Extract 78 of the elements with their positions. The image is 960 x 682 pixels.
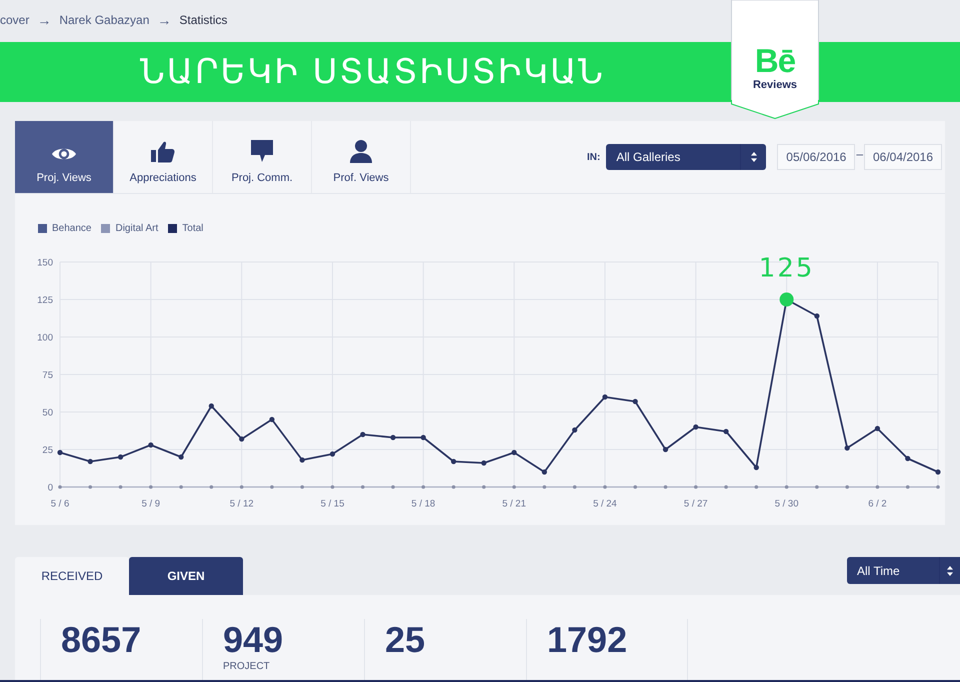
stat-value: 8657 [61,622,142,658]
data-point [360,432,366,438]
y-tick-label: 150 [37,258,53,268]
data-point [723,428,729,434]
legend-label: Behance [52,223,92,234]
data-point [572,427,578,433]
data-point [148,442,154,448]
data-point [935,469,941,475]
data-point [420,434,426,440]
data-point [874,426,880,432]
filter-label: IN: [586,152,600,162]
y-tick-label: 25 [42,445,53,456]
data-point [693,424,698,430]
data-point [754,464,759,470]
badge-caption: Reviews [752,79,798,91]
x-tick-label: 5 / 21 [502,498,526,510]
x-tick-label: 6 / 2 [868,498,887,510]
activity-tab[interactable]: RECEIVED [15,557,129,595]
data-point [450,458,456,464]
y-tick-label: 100 [37,332,53,344]
x-tick-label: 5 / 27 [684,498,708,510]
data-point [905,456,910,462]
x-tick-label: 5 / 30 [774,498,798,510]
stat-value: 949 [223,622,284,658]
legend-label: Digital Art [115,223,158,234]
breadcrumb-separator: → [157,12,172,28]
data-point [662,446,668,452]
stat-tab[interactable]: Proj. Views [15,121,114,193]
activity-tab[interactable]: GIVEN [129,557,243,595]
data-point [632,398,638,404]
data-point [330,451,336,457]
breadcrumb-current: Statistics [179,13,228,27]
start-date-field[interactable]: 05/06/2016 [777,144,856,170]
stat-label: PROJECT [223,661,270,672]
y-tick-label: 50 [42,408,53,418]
data-point [208,403,214,409]
gallery-dropdown[interactable]: All Galleries [606,144,766,170]
stat-value: 1792 [547,622,628,658]
thumbs-up-icon [151,141,175,163]
y-tick-label: 125 [37,295,53,306]
x-tick-label: 5 / 24 [593,498,617,510]
speech-bubble-icon [250,139,274,163]
end-date-field[interactable]: 06/04/2016 [864,144,942,170]
legend-label: Total [182,223,204,234]
period-dropdown[interactable]: All Time [847,557,960,584]
data-point [390,434,396,440]
x-tick-label: 5 / 15 [320,498,344,510]
badge-logo: Bē [754,45,796,76]
data-point [481,460,486,466]
y-tick-label: 75 [42,370,53,381]
data-point [57,450,63,456]
data-point [178,454,184,460]
updown-caret-icon [750,152,757,162]
peak-value-label: 125 [758,254,814,284]
data-point [118,454,124,460]
data-point [269,416,275,422]
date-separator: – [856,147,863,161]
data-point [602,394,608,400]
data-point [814,313,820,319]
data-point [512,450,517,456]
highlight-dot-icon [780,292,794,306]
person-icon [349,139,373,163]
banner-title: ՆԱՐԵԿԻ ՍՏԱՏԻՍՏԻԿԱՆ [140,52,605,92]
x-tick-label: 5 / 6 [50,498,70,510]
data-point [542,469,548,475]
data-point [300,457,305,463]
x-tick-label: 5 / 18 [411,498,436,510]
breadcrumb-separator: → [37,12,52,28]
x-tick-label: 5 / 12 [230,498,254,510]
breadcrumb-link[interactable]: Narek Gabazyan [59,13,150,27]
data-point [88,458,93,464]
data-point [844,445,850,451]
updown-caret-icon [947,566,953,576]
stat-value: 25 [385,622,426,658]
breadcrumb-link[interactable]: cover [0,13,30,27]
data-point [239,436,244,442]
y-tick-label: 0 [48,482,53,494]
x-tick-label: 5 / 9 [142,498,160,510]
